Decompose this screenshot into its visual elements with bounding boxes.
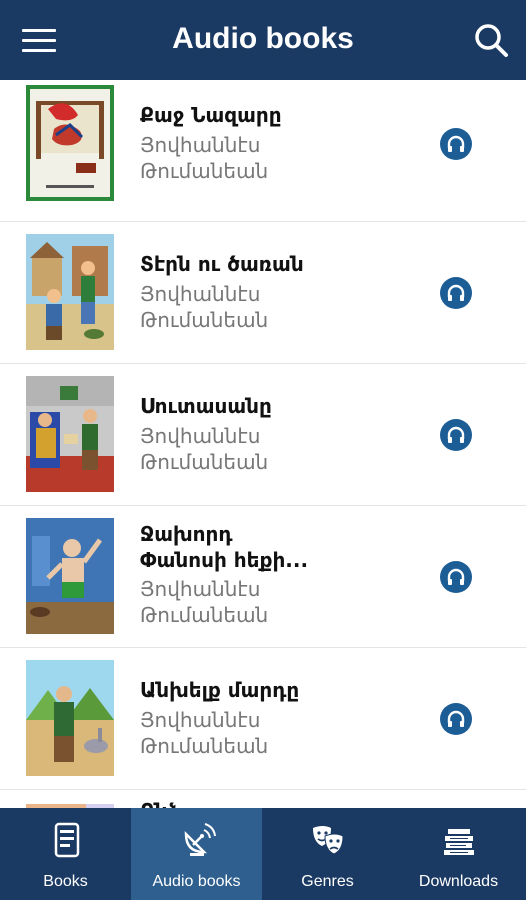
theater-masks-icon [309,820,347,860]
nav-tab-books[interactable]: Books [0,808,131,900]
book-author: Յովհաննէս Թումանեան [140,133,269,183]
nav-label: Books [43,873,88,890]
list-item[interactable]: Անխելք մարդը Յովհաննէս Թումանեան [0,648,526,790]
book-title: Քաջ Նազարը [140,103,282,127]
bottom-navigation: Books Audio books Genres Downloads [0,808,526,900]
list-item[interactable]: Ջախորդ Փանոսի հեքի... Յովհաննէս Թումանեա… [0,506,526,648]
page-title: Audio books [172,22,354,55]
book-cover-image [26,234,114,350]
nav-label: Genres [301,873,354,890]
headphones-icon[interactable] [440,419,472,451]
book-author: Յովհաննէս Թումանեան [140,708,269,758]
audiobook-list: Քաջ Նազարը Յովհաննէս Թումանեան Տէրն ու ծ… [0,80,526,808]
book-cover-image [26,660,114,776]
stacked-books-icon [440,820,478,860]
book-icon [47,820,85,860]
search-icon[interactable] [472,22,510,60]
book-cover-image [26,85,114,201]
list-item[interactable]: Տէրն ու ծառան Յովհաննէս Թումանեան [0,222,526,364]
book-title: Ջախորդ Փանոսի հեքի... [140,522,309,572]
nav-tab-audio-books[interactable]: Audio books [131,808,262,900]
headphones-icon[interactable] [440,561,472,593]
book-cover-image [26,518,114,634]
list-item[interactable]: Սուտասանը Յովհաննէս Թումանեան [0,364,526,506]
book-author: Յովհաննէս Թումանեան [140,424,269,474]
headphones-icon[interactable] [440,128,472,160]
book-title: Տէրն ու ծառան [140,252,304,276]
list-item[interactable]: Քաջ Նազարը Յովհաննէս Թումանեան [0,80,526,222]
nav-tab-downloads[interactable]: Downloads [393,808,524,900]
nav-label: Downloads [418,873,499,890]
headphones-icon[interactable] [440,703,472,735]
book-title: Բնձ... ....... . [140,798,390,808]
book-author: Յովհաննէս Թումանեան [140,577,269,627]
nav-tab-genres[interactable]: Genres [262,808,393,900]
nav-label: Audio books [152,873,241,890]
headphones-icon[interactable] [440,277,472,309]
book-title: Սուտասանը [140,394,272,418]
satellite-dish-icon [178,820,216,860]
book-title: Անխելք մարդը [140,678,300,702]
book-cover-image [26,376,114,492]
top-app-bar: Audio books [0,0,526,80]
book-author: Յովհաննէս Թումանեան [140,282,269,332]
